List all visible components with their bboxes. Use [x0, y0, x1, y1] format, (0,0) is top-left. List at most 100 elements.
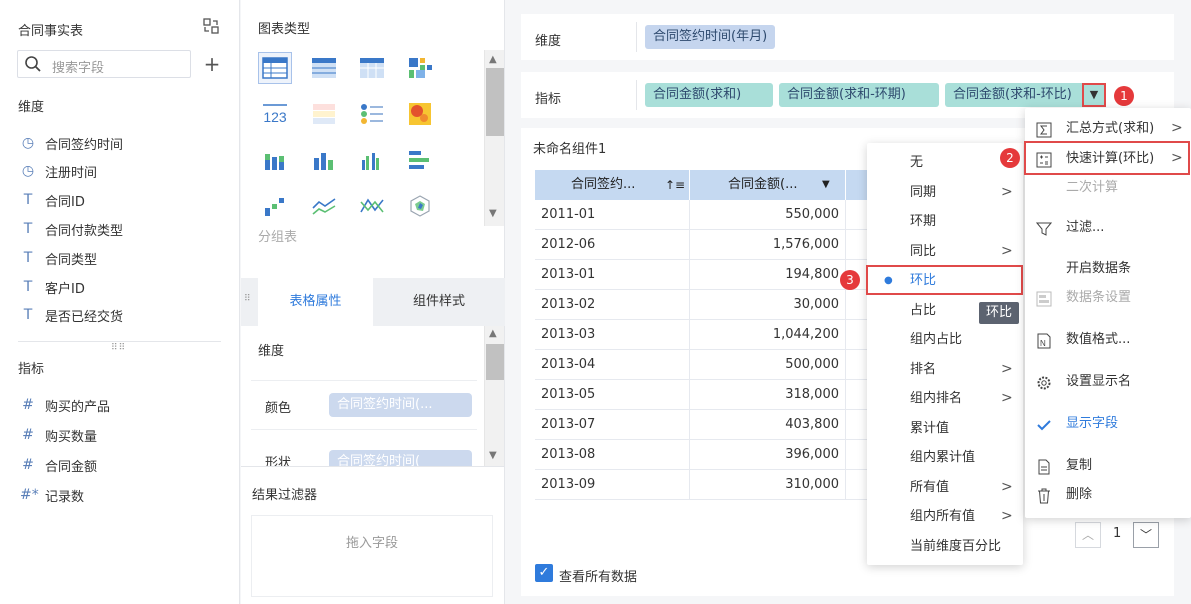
page-up-button[interactable]: ︿: [1075, 522, 1101, 548]
resize-handle-icon[interactable]: ⠿⠿: [111, 343, 126, 353]
table-row[interactable]: 2013-02 30,000: [535, 290, 870, 320]
submenu-item[interactable]: 同比 >: [867, 237, 1023, 266]
submenu-item[interactable]: 排名 >: [867, 355, 1023, 384]
heatmap-icon[interactable]: [403, 98, 437, 130]
table-row[interactable]: 2013-07 403,800: [535, 410, 870, 440]
color-row: 颜色 合同签约时间(...: [251, 380, 477, 430]
submenu-item[interactable]: 同期 >: [867, 178, 1023, 207]
dimension-field[interactable]: T 合同ID: [20, 189, 85, 211]
cross-line-icon[interactable]: [355, 190, 389, 222]
indicator-list-icon[interactable]: [355, 98, 389, 130]
metric-chip[interactable]: 合同金额(求和): [645, 83, 773, 107]
context-menu-item[interactable]: 设置显示名: [1025, 367, 1191, 396]
tab-component-style[interactable]: 组件样式: [373, 278, 505, 326]
table-row[interactable]: 2013-05 318,000: [535, 380, 870, 410]
switch-dataset-icon[interactable]: [201, 17, 221, 37]
dimension-chip[interactable]: 合同签约时间(年月): [645, 25, 776, 49]
context-menu-item[interactable]: 复制: [1025, 451, 1191, 480]
search-placeholder: 搜索字段: [52, 61, 105, 76]
grouped-column-icon[interactable]: [355, 144, 389, 176]
kpi-number-icon[interactable]: 123: [258, 98, 292, 130]
row-separator: [636, 80, 637, 110]
shape-field-chip[interactable]: 合同签约时间(: [329, 450, 472, 466]
dimension-field[interactable]: T 是否已经交货: [20, 304, 123, 326]
chip-dropdown-icon[interactable]: ▼: [1082, 83, 1106, 107]
column-header[interactable]: 合同签约... ↑≡: [535, 170, 690, 200]
metric-chip[interactable]: 合同金额(求和-环期): [779, 83, 939, 107]
property-scrollbar[interactable]: ▲ ▼: [484, 326, 504, 466]
submenu-item[interactable]: 当前维度百分比: [867, 532, 1023, 561]
dimension-field[interactable]: T 合同类型: [20, 247, 97, 269]
page-down-button[interactable]: ﹀: [1133, 522, 1159, 548]
dimension-field[interactable]: T 客户ID: [20, 276, 85, 298]
filter-drop-zone[interactable]: 拖入字段: [251, 515, 493, 597]
metric-field[interactable]: # 合同金额: [20, 454, 97, 476]
metric-chip-active[interactable]: 合同金额(求和-环比): [945, 83, 1105, 107]
column-chart-icon[interactable]: [307, 144, 341, 176]
search-input[interactable]: 搜索字段: [17, 50, 191, 78]
radar-chart-icon[interactable]: [403, 190, 437, 222]
table-row[interactable]: 2013-01 194,800: [535, 260, 870, 290]
context-menu-item[interactable]: 开启数据条: [1025, 254, 1191, 283]
context-menu-item[interactable]: 显示字段: [1025, 409, 1191, 438]
dimension-field[interactable]: T 合同付款类型: [20, 218, 123, 240]
table-row[interactable]: 2013-09 310,000: [535, 470, 870, 500]
table-row[interactable]: 2012-06 1,576,000: [535, 230, 870, 260]
dimension-field[interactable]: ◷ 注册时间: [20, 160, 97, 182]
metric-section-label: 指标: [18, 362, 45, 377]
scroll-up-icon[interactable]: ▲: [489, 54, 497, 65]
submenu-item[interactable]: 组内所有值 >: [867, 502, 1023, 531]
step-chart-icon[interactable]: [258, 190, 292, 222]
scroll-down-icon[interactable]: ▼: [489, 208, 497, 219]
scroll-down-icon[interactable]: ▼: [489, 450, 497, 461]
scroll-thumb[interactable]: [486, 68, 504, 136]
submenu-item[interactable]: 所有值 >: [867, 473, 1023, 502]
line-chart-icon[interactable]: [307, 190, 341, 222]
dropdown-icon[interactable]: ▼: [822, 170, 830, 200]
context-menu-item[interactable]: N 数值格式...: [1025, 325, 1191, 354]
drag-handle-icon[interactable]: ⠿: [244, 294, 252, 304]
submenu-item[interactable]: 组内占比: [867, 325, 1023, 354]
number-format-icon: N: [1036, 331, 1052, 349]
selected-highlight-box: [866, 265, 1023, 295]
metric-field[interactable]: #* 记录数: [20, 484, 84, 506]
date-cell: 2013-04: [535, 350, 690, 380]
submenu-item[interactable]: 组内排名 >: [867, 384, 1023, 413]
sort-icon[interactable]: ↑≡: [665, 170, 685, 200]
add-field-icon[interactable]: +: [202, 54, 222, 74]
metric-field[interactable]: # 购买数量: [20, 424, 97, 446]
record-count-icon: #*: [20, 487, 39, 503]
color-field-chip[interactable]: 合同签约时间(...: [329, 393, 472, 417]
context-menu-item[interactable]: 过滤...: [1025, 213, 1191, 242]
view-all-checkbox[interactable]: ✓: [535, 564, 553, 582]
scroll-thumb[interactable]: [486, 344, 504, 380]
chart-type-scrollbar[interactable]: ▲ ▼: [484, 50, 504, 226]
bar-chart-icon[interactable]: [403, 144, 437, 176]
date-cell: 2013-02: [535, 290, 690, 320]
detail-table-icon[interactable]: [355, 52, 389, 84]
submenu-item[interactable]: 无: [867, 148, 1023, 177]
color-label: 颜色: [265, 401, 292, 416]
scroll-up-icon[interactable]: ▲: [489, 328, 497, 339]
metric-field[interactable]: # 购买的产品: [20, 394, 110, 416]
tooltip: 环比: [979, 302, 1020, 324]
component-title: 未命名组件1: [533, 142, 607, 157]
chevron-right-icon: >: [1171, 120, 1183, 136]
context-menu-item[interactable]: 汇总方式(求和) >: [1025, 114, 1191, 143]
submenu-item[interactable]: 累计值: [867, 414, 1023, 443]
table-chart-icon[interactable]: [258, 52, 292, 84]
submenu-item[interactable]: 环期: [867, 207, 1023, 236]
dimension-field[interactable]: ◷ 合同签约时间: [20, 132, 123, 154]
table-row[interactable]: 2011-01 550,000: [535, 200, 870, 230]
tab-table-properties[interactable]: 表格属性: [258, 278, 373, 326]
table-row[interactable]: 2013-04 500,000: [535, 350, 870, 380]
context-menu-item[interactable]: 删除: [1025, 480, 1191, 509]
table-row[interactable]: 2013-03 1,044,200: [535, 320, 870, 350]
table-row[interactable]: 2013-08 396,000: [535, 440, 870, 470]
column-header[interactable]: 合同金额(... ▼: [690, 170, 846, 200]
heatmap-table-icon[interactable]: [403, 52, 437, 84]
kpi-card-icon[interactable]: [307, 98, 341, 130]
submenu-item[interactable]: 组内累计值: [867, 443, 1023, 472]
cross-table-icon[interactable]: [307, 52, 341, 84]
stacked-bar-icon[interactable]: [258, 144, 292, 176]
